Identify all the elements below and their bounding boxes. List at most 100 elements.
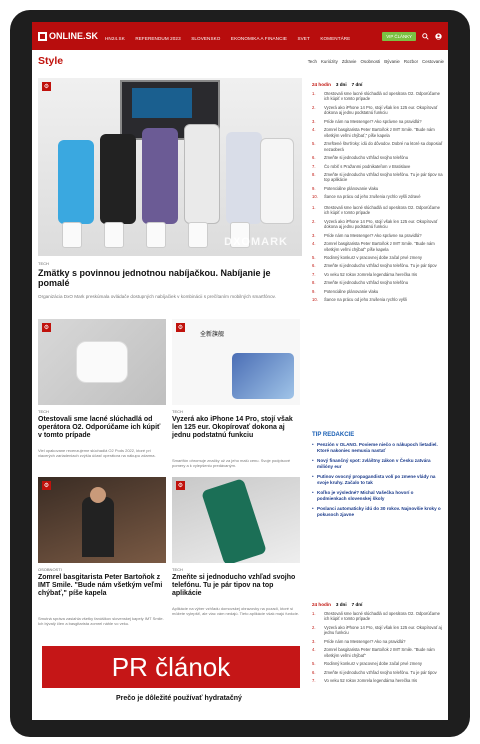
list-item[interactable]: 2. Vyzerá ako iPhone 14 Pro, stojí však l… <box>312 105 444 116</box>
list-item[interactable]: 4. Zomrel basgitarista Peter Bartoňok z I… <box>312 647 444 658</box>
gear-icon: ⚙ <box>42 82 51 91</box>
tab-24h[interactable]: 24 hodín <box>312 82 331 87</box>
nav-item[interactable]: REFERENDUM 2023 <box>135 36 180 41</box>
tip-item[interactable]: Poslanci automaticky idú do 30 rokov. Na… <box>312 506 444 518</box>
list-item[interactable]: 2. Vyzerá ako iPhone 14 Pro, stojí však l… <box>312 219 444 230</box>
nav-item[interactable]: SVET <box>297 36 309 41</box>
gear-icon: ⚙ <box>42 323 51 332</box>
card-image-earbuds[interactable] <box>38 319 166 405</box>
hero-headline[interactable]: Zmätky s povinnou jednotnou nabíjačkou. … <box>38 268 300 289</box>
list-item[interactable]: 6. Zmeňte si jednoducho vzhľad svojho tel… <box>312 670 444 675</box>
popular-list-bottom: 1. Otestovali sme lacné slúchadlá od oper… <box>312 611 444 684</box>
tip-item[interactable]: Penzión v OLANO. Povieme niečo o nákupoc… <box>312 442 444 454</box>
tab-7d[interactable]: 7 dní <box>352 602 363 607</box>
pr-headline[interactable]: Prečo je dôležité používať hydratačný <box>116 695 242 702</box>
tips-list: Penzión v OLANO. Povieme niečo o nákupoc… <box>312 442 444 518</box>
nav-item[interactable]: EKONOMIKA A FINANCIE <box>231 36 287 41</box>
hero-watermark: DXOMARK <box>224 236 288 248</box>
main-nav: HN24.SK REFERENDUM 2023 SLOVENSKO EKONOM… <box>105 27 356 45</box>
card-headline[interactable]: Otestovali sme lacné slúchadlá od operát… <box>38 416 166 440</box>
card-category: TECH <box>172 409 183 414</box>
gear-icon: ⚙ <box>176 323 185 332</box>
list-item[interactable]: 4. Zomrel basgitarista Peter Bartoňok z I… <box>312 127 444 138</box>
subnav-item[interactable]: Zdravie <box>342 59 357 64</box>
browser-screen: ONLINE.SK HN24.SK REFERENDUM 2023 SLOVEN… <box>32 22 448 720</box>
list-item[interactable]: 9. Potenciálne plánovanie vlaku <box>312 289 444 294</box>
pr-article-banner[interactable]: PR článok <box>42 646 300 688</box>
list-item[interactable]: 4. Zomrel basgitarista Peter Bartoňok z I… <box>312 241 444 252</box>
subnav-item[interactable]: Bývanie <box>384 59 400 64</box>
card-perex: Aplikácie na výber vzhľadu domovskej obr… <box>172 606 300 617</box>
card-image-phone[interactable]: 全新旗舰 <box>172 319 300 405</box>
subnav-item[interactable]: Kuriózity <box>321 59 338 64</box>
list-item[interactable]: 3. Príde nám na Messenger? Ako na pravidl… <box>312 639 444 644</box>
list-item[interactable]: 7. Vo veku 52 rokov zomrela legendárna he… <box>312 272 444 277</box>
tips-title: TIP REDAKCIE <box>312 432 355 438</box>
card-image-guitarist[interactable] <box>38 477 166 563</box>
top-navigation-bar: ONLINE.SK HN24.SK REFERENDUM 2023 SLOVEN… <box>32 22 448 50</box>
list-item[interactable]: 1. Otestovali sme lacné slúchadlá od oper… <box>312 611 444 622</box>
list-item[interactable]: 8. Zmeňte si jednoducho vzhľad svojho tel… <box>312 280 444 285</box>
tip-item[interactable]: Putinov ovocný propagandista volí po zme… <box>312 474 444 486</box>
search-icon[interactable] <box>421 32 429 40</box>
list-item[interactable]: 5. Zmrštené štvrťroky: idú do dôvodov. Do… <box>312 141 444 152</box>
card-image-smartphone[interactable] <box>172 477 300 563</box>
gear-icon: ⚙ <box>42 481 51 490</box>
card-headline[interactable]: Zmeňte si jednoducho vzhľad svojho telef… <box>172 574 300 598</box>
user-account-icon[interactable] <box>434 32 442 40</box>
subnav-item[interactable]: Rozbor <box>404 59 418 64</box>
list-item[interactable]: 9. Potenciálne plánovanie vlaku <box>312 186 444 191</box>
list-item[interactable]: 3. Príde nám na Messenger? Ako správne na… <box>312 233 444 238</box>
vip-button[interactable]: VIP ČLÁNKY <box>382 31 416 41</box>
card-headline[interactable]: Vyzerá ako iPhone 14 Pro, stojí však len… <box>172 416 300 440</box>
logo-icon <box>38 31 47 41</box>
list-item[interactable]: 10. Šance na prácu od jeho zrušenia rychl… <box>312 194 444 199</box>
list-item[interactable]: 1. Otestovali sme lacné slúchadlá od oper… <box>312 205 444 216</box>
list-item[interactable]: 6. Zmeňte si jednoducho vzhľad svojho tel… <box>312 263 444 268</box>
card-perex: Viel opakovane recenzujeme slúchadlá O2 … <box>38 448 156 459</box>
list-item[interactable]: 5. Rodinný konkurz v pracovnej dobe začal… <box>312 255 444 260</box>
popular-tabs: 24 hodín 3 dni 7 dní <box>312 82 444 87</box>
list-item[interactable]: 10. Šance na prácu od jeho zrušenia rychl… <box>312 297 444 302</box>
popular-list: 1. Otestovali sme lacné slúchadlá od oper… <box>312 91 444 200</box>
charger-graphic <box>62 222 82 248</box>
charger-graphic <box>146 222 166 248</box>
tip-item[interactable]: Koľko je výsledné? Michal Vašečka hovorí… <box>312 490 444 502</box>
tips-section: TIP REDAKCIE Penzión v OLANO. Povieme ni… <box>312 432 444 522</box>
nav-item[interactable]: SLOVENSKO <box>191 36 220 41</box>
site-logo[interactable]: ONLINE.SK <box>38 31 98 41</box>
list-item[interactable]: 3. Príde nám na Messenger? Ako správne na… <box>312 119 444 124</box>
subnav-item[interactable]: Cestovanie <box>422 59 444 64</box>
tab-3d[interactable]: 3 dni <box>336 82 347 87</box>
list-item[interactable]: 8. Zmeňte si jednoducho vzhľad svojho tel… <box>312 172 444 183</box>
list-item[interactable]: 5. Rodinný konkurz v pracovnej dobe začal… <box>312 661 444 666</box>
popular-bottom: 24 hodín 3 dni 7 dní 1. Otestovali sme la… <box>312 602 444 687</box>
subnav-item[interactable]: Tech <box>308 59 317 64</box>
hero-image[interactable]: DXOMARK <box>38 78 302 256</box>
tab-3d[interactable]: 3 dni <box>336 602 347 607</box>
section-title: Style <box>38 55 64 67</box>
list-item[interactable]: 7. Čo robiť s Pražanmi podnikateľom v Bra… <box>312 164 444 169</box>
subnav-item[interactable]: Osobnosti <box>360 59 380 64</box>
tab-7d[interactable]: 7 dní <box>352 82 363 87</box>
phone-graphic <box>58 140 94 224</box>
phone-graphic <box>260 138 294 224</box>
card-perex: Smartfón ohromuje značky už za jeho malú… <box>172 458 291 469</box>
card-category: TECH <box>38 409 49 414</box>
tab-24h[interactable]: 24 hodín <box>312 602 331 607</box>
sidebar: 24 hodín 3 dni 7 dní 1. Otestovali sme la… <box>312 82 444 306</box>
list-item[interactable]: 1. Otestovali sme lacné slúchadlá od oper… <box>312 91 444 102</box>
list-item[interactable]: 2. Vyzerá ako iPhone 14 Pro, stojí však l… <box>312 625 444 636</box>
nav-item[interactable]: HN24.SK <box>105 36 125 41</box>
list-item[interactable]: 7. Vo veku 52 rokov zomrela legendárna he… <box>312 678 444 683</box>
list-item[interactable]: 6. Zmeňte si jednoducho vzhľad svojho tel… <box>312 155 444 160</box>
nav-item[interactable]: KOMENTÁRE <box>320 36 350 41</box>
popular-list-2: 1. Otestovali sme lacné slúchadlá od oper… <box>312 205 444 303</box>
tip-item[interactable]: Nový finančný spot: zvláštny zákon v Čes… <box>312 458 444 470</box>
card-category: TECH <box>172 567 183 572</box>
charger-graphic <box>188 222 208 248</box>
popular-tabs-bottom: 24 hodín 3 dni 7 dní <box>312 602 444 607</box>
phone-graphic <box>100 134 136 224</box>
gear-icon: ⚙ <box>176 481 185 490</box>
card-headline[interactable]: Zomrel basgitarista Peter Bartoňok z IMT… <box>38 574 166 598</box>
